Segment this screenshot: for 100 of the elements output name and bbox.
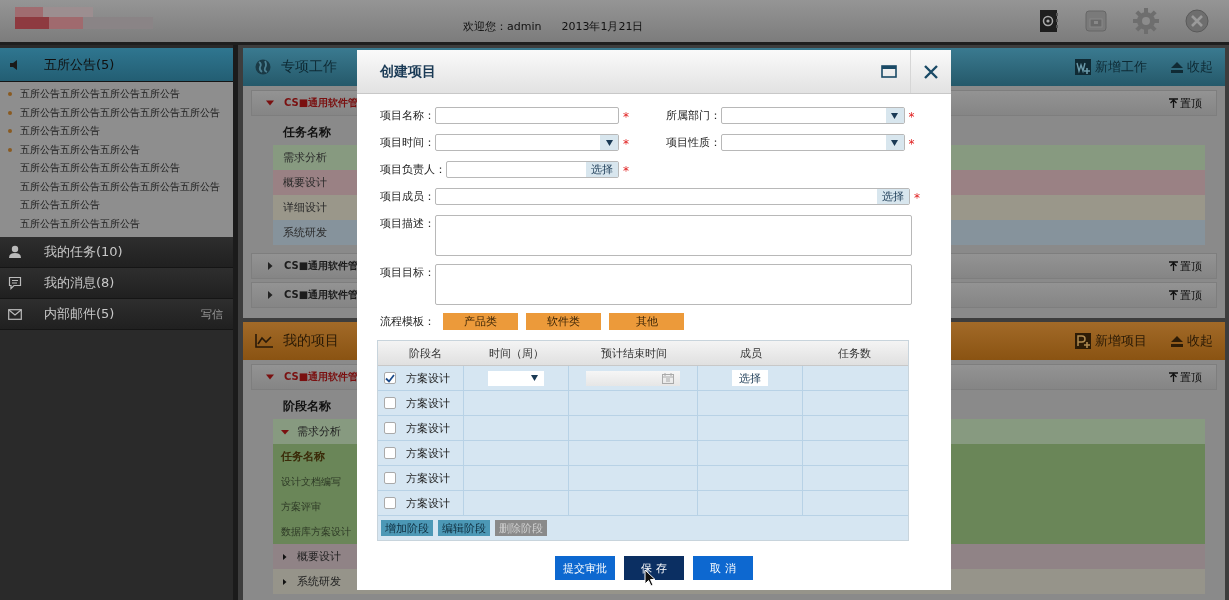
write-link[interactable]: 写信 xyxy=(201,306,223,322)
chat-icon xyxy=(8,276,22,290)
column-header: 阶段名 xyxy=(408,345,443,362)
stage-name: 方案设计 xyxy=(406,420,450,436)
sidebar-section-title: 五所公告(5) xyxy=(44,55,115,74)
maximize-icon[interactable] xyxy=(881,65,897,78)
pin-to-top-link[interactable]: 置顶 xyxy=(1169,95,1202,111)
stage-name: 方案设计 xyxy=(406,495,450,511)
checkbox[interactable] xyxy=(384,397,396,409)
template-button[interactable]: 软件类 xyxy=(526,313,601,330)
dropdown-field[interactable] xyxy=(488,370,544,386)
welcome-text: 欢迎您：admin xyxy=(463,18,542,34)
column-header: 任务名称 xyxy=(281,449,325,465)
add-project-button[interactable]: 新增项目 xyxy=(1075,332,1147,350)
select-button[interactable]: 选择 xyxy=(877,189,909,204)
notice-link[interactable]: 五所公告五所公告五所公告五所公告 xyxy=(20,87,180,102)
pin-to-top-link[interactable]: 置顶 xyxy=(1169,258,1202,274)
dropdown-field[interactable] xyxy=(720,134,905,151)
dropdown-arrow-icon xyxy=(891,139,898,146)
dropdown-field[interactable] xyxy=(435,134,619,151)
address-book-icon[interactable] xyxy=(1039,9,1059,33)
project-name: CS■通用软件管 xyxy=(284,259,359,273)
close-icon[interactable] xyxy=(924,64,938,79)
date-field[interactable] xyxy=(586,370,680,386)
pin-top-icon xyxy=(1169,98,1178,108)
checkbox[interactable] xyxy=(384,372,396,384)
line-chart-icon xyxy=(255,334,273,348)
panel-title: 我的项目 xyxy=(283,332,339,350)
column-header: 成员 xyxy=(738,345,763,362)
dialog-title: 创建项目 xyxy=(380,62,436,81)
text-area[interactable] xyxy=(435,264,912,305)
field-label: 项目成员： xyxy=(380,189,435,205)
sidebar-section-header[interactable]: 内部邮件(5) 写信 xyxy=(0,299,233,330)
stage-name: 方案设计 xyxy=(406,395,450,411)
stage-name: 概要设计 xyxy=(297,549,341,564)
stage-name: 系统研发 xyxy=(297,574,341,589)
checkbox[interactable] xyxy=(384,447,396,459)
notice-link[interactable]: 五所公告五所公告五所公告 xyxy=(20,216,140,231)
column-header: 预计结束时间 xyxy=(599,345,668,362)
field-label: 项目描述： xyxy=(380,216,435,232)
template-button[interactable]: 产品类 xyxy=(443,313,518,330)
picker-field[interactable]: 选择 xyxy=(446,161,619,178)
column-header: 阶段名称 xyxy=(283,398,331,415)
dialog-button[interactable]: 取 消 xyxy=(693,556,753,580)
pin-top-icon xyxy=(1169,261,1178,271)
project-name: CS■通用软件管 xyxy=(284,96,359,110)
select-button[interactable]: 选择 xyxy=(586,162,618,177)
drive-icon[interactable] xyxy=(1085,10,1107,32)
project-name: CS■通用软件管 xyxy=(284,288,359,302)
stage-action-button[interactable]: 增加阶段 xyxy=(381,520,433,536)
notice-link[interactable]: 五所公告五所公告五所公告五所公告五所公告 xyxy=(20,105,220,120)
notice-link[interactable]: 五所公告五所公告 xyxy=(20,198,100,213)
checkbox[interactable] xyxy=(384,472,396,484)
required-mark: * xyxy=(908,136,915,153)
field-label: 项目目标： xyxy=(380,265,435,281)
required-mark: * xyxy=(623,163,629,180)
field-label: 所属部门： xyxy=(665,108,721,124)
dropdown-arrow-icon xyxy=(531,375,538,381)
mail-icon xyxy=(8,308,22,320)
field-label: 项目负责人： xyxy=(380,162,446,178)
picker-field[interactable]: 选择 xyxy=(434,188,910,205)
text-area[interactable] xyxy=(435,215,912,256)
stage-name: 方案设计 xyxy=(406,445,450,461)
dialog-button[interactable]: 保 存 xyxy=(624,556,684,580)
person-icon xyxy=(8,245,22,259)
field-label: 流程模板： xyxy=(380,314,435,330)
sidebar-section-header[interactable]: 五所公告(5) xyxy=(0,48,233,82)
field-label: 项目性质： xyxy=(665,135,721,151)
notice-link[interactable]: 五所公告五所公告五所公告五所公告五所公告 xyxy=(20,179,220,194)
pin-to-top-link[interactable]: 置顶 xyxy=(1169,369,1202,385)
checkbox[interactable] xyxy=(384,422,396,434)
dialog-button[interactable]: 提交审批 xyxy=(555,556,615,580)
document-plus-icon xyxy=(1075,333,1091,349)
select-button[interactable]: 选择 xyxy=(732,370,768,386)
stage-action-button[interactable]: 编辑阶段 xyxy=(438,520,490,536)
stage-name: 方案设计 xyxy=(406,370,450,386)
notice-link[interactable]: 五所公告五所公告 xyxy=(20,124,100,139)
stage-name: 方案设计 xyxy=(406,470,450,486)
pin-top-icon xyxy=(1169,290,1178,300)
project-name: CS■通用软件管 xyxy=(284,370,359,384)
notice-link[interactable]: 五所公告五所公告五所公告五所公告 xyxy=(20,161,180,176)
checkbox[interactable] xyxy=(384,497,396,509)
sidebar-section-header[interactable]: 我的消息(8) xyxy=(0,268,233,299)
sidebar-section-header[interactable]: 我的任务(10) xyxy=(0,237,233,268)
notice-link[interactable]: 五所公告五所公告五所公告 xyxy=(20,142,140,157)
dropdown-arrow-icon xyxy=(891,112,898,119)
eject-icon xyxy=(1171,335,1183,347)
column-header: 任务数 xyxy=(837,345,872,362)
pin-to-top-link[interactable]: 置顶 xyxy=(1169,287,1202,303)
input-field[interactable] xyxy=(435,107,619,124)
required-mark: * xyxy=(623,136,629,153)
dropdown-field[interactable] xyxy=(720,107,905,124)
column-header: 任务名称 xyxy=(283,124,331,141)
sidebar-section-title: 我的任务(10) xyxy=(44,243,123,261)
pin-top-icon xyxy=(1169,372,1178,382)
field-label: 项目时间： xyxy=(380,135,435,151)
column-header: 时间（周） xyxy=(488,345,545,362)
collapse-button[interactable]: 收起 xyxy=(1171,332,1213,350)
date-text: 2013年1月21日 xyxy=(561,18,644,34)
template-button[interactable]: 其他 xyxy=(609,313,684,330)
